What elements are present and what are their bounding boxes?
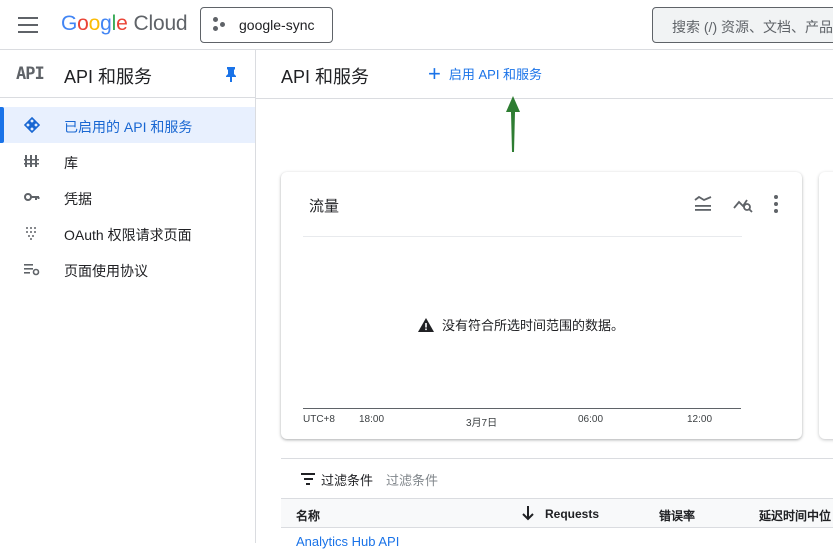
column-header-requests[interactable]: Requests <box>545 507 599 521</box>
axis-tick: 3月7日 <box>466 418 498 429</box>
axis-tick: UTC+8 <box>303 414 335 425</box>
filter-bar: 过滤条件 过滤条件 <box>281 458 833 498</box>
sidebar-item-label: 凭据 <box>64 191 92 207</box>
project-dots-icon <box>213 17 229 33</box>
page-title: API 和服务 <box>281 67 370 87</box>
sidebar-item-library[interactable]: 库 <box>0 143 255 179</box>
arrow-down-icon[interactable] <box>521 505 535 521</box>
sidebar-header: API API 和服务 <box>0 50 255 98</box>
more-vert-icon[interactable] <box>772 194 780 214</box>
logo-letter: o <box>77 12 89 35</box>
divider <box>303 236 742 237</box>
key-icon <box>24 193 40 201</box>
sidebar-item-page-usage[interactable]: 页面使用协议 <box>0 251 255 287</box>
axis-tick: 12:00 <box>687 414 713 425</box>
project-selector-button[interactable]: google-sync <box>200 7 333 43</box>
sidebar-item-enabled-apis[interactable]: 已启用的 API 和服务 <box>0 107 255 143</box>
card-toolbar <box>692 194 780 214</box>
no-data-message: 没有符合所选时间范围的数据。 <box>418 315 624 334</box>
main-header: API 和服务 + 启用 API 和服务 <box>256 50 833 99</box>
column-header-error-rate[interactable]: 错误率 <box>659 507 695 524</box>
library-icon <box>24 155 39 167</box>
plus-icon: + <box>428 60 441 86</box>
sidebar-item-label: 已启用的 API 和服务 <box>64 119 193 135</box>
column-header-name[interactable]: 名称 <box>296 507 320 524</box>
menu-icon[interactable] <box>18 17 38 33</box>
annotation-arrow-icon <box>506 96 520 152</box>
sidebar-item-label: 库 <box>64 155 78 171</box>
logo-letter: e <box>116 12 128 35</box>
api-logo-icon: API <box>16 64 45 84</box>
oauth-dots-icon <box>26 227 36 240</box>
chart-explore-icon[interactable] <box>732 194 754 214</box>
settings-list-icon <box>24 264 40 276</box>
search-input[interactable]: 搜索 (/) 资源、文档、产品 <box>652 7 833 43</box>
sidebar-item-credentials[interactable]: 凭据 <box>0 179 255 215</box>
logo-cloud-text: Cloud <box>133 12 188 35</box>
enable-apis-label: 启用 API 和服务 <box>448 67 543 82</box>
enable-apis-button[interactable]: + 启用 API 和服务 <box>428 60 543 86</box>
filter-input[interactable]: 过滤条件 <box>386 470 438 489</box>
pin-icon[interactable] <box>224 66 238 82</box>
api-diamond-icon <box>24 117 40 133</box>
google-cloud-logo[interactable]: Google Cloud <box>61 12 188 36</box>
no-data-text: 没有符合所选时间范围的数据。 <box>442 318 625 333</box>
axis-tick: 18:00 <box>359 414 385 425</box>
sidebar-item-label: OAuth 权限请求页面 <box>64 227 192 243</box>
table-header: 名称 Requests 错误率 延迟时间中位 <box>281 498 833 528</box>
card-title: 流量 <box>309 198 340 215</box>
logo-letter: G <box>61 12 78 35</box>
sidebar-item-oauth[interactable]: OAuth 权限请求页面 <box>0 215 255 251</box>
filter-label[interactable]: 过滤条件 <box>321 470 373 489</box>
table-row-link[interactable]: Analytics Hub API <box>296 534 399 549</box>
filter-icon[interactable] <box>301 473 315 485</box>
sidebar-nav: 已启用的 API 和服务 库 凭据 OAuth 权限请求页面 页面使用协议 <box>0 98 255 287</box>
logo-letter: o <box>88 12 101 35</box>
sidebar: API API 和服务 已启用的 API 和服务 库 凭据 OAuth 权限请求… <box>0 50 256 543</box>
traffic-card: 流量 没有符合所选时间范围的数据。 UTC+8 18:00 3月7日 06:00… <box>281 172 802 439</box>
column-header-latency[interactable]: 延迟时间中位 <box>759 507 831 524</box>
project-name: google-sync <box>239 17 315 33</box>
axis-tick: 06:00 <box>578 414 604 425</box>
x-axis <box>303 408 741 409</box>
warning-icon <box>418 317 434 332</box>
legend-toggle-icon[interactable] <box>692 194 714 214</box>
logo-letter: g <box>100 12 112 35</box>
top-bar: Google Cloud google-sync 搜索 (/) 资源、文档、产品 <box>0 0 833 50</box>
sidebar-title: API 和服务 <box>64 67 153 87</box>
sidebar-item-label: 页面使用协议 <box>64 263 148 279</box>
secondary-card <box>819 172 833 439</box>
